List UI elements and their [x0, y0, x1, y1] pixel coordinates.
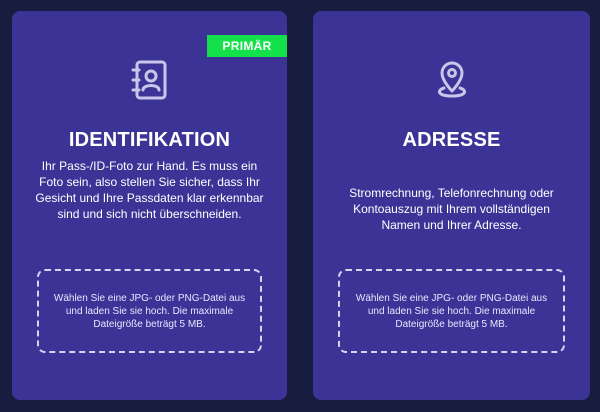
card-description: Ihr Pass-/ID-Foto zur Hand. Es muss ein … — [35, 159, 264, 221]
primary-badge: PRIMÄR — [207, 35, 287, 57]
upload-instructions: Wählen Sie eine JPG- oder PNG-Datei aus … — [53, 292, 246, 330]
card-title: IDENTIFIKATION — [68, 129, 231, 151]
upload-instructions: Wählen Sie eine JPG- oder PNG-Datei aus … — [355, 292, 548, 330]
upload-dropzone[interactable]: Wählen Sie eine JPG- oder PNG-Datei aus … — [338, 269, 565, 353]
location-pin-icon — [437, 61, 466, 98]
upload-dropzone[interactable]: Wählen Sie eine JPG- oder PNG-Datei aus … — [37, 269, 262, 353]
contact-book-icon — [131, 60, 166, 100]
card-description: Stromrechnung, Telefonrechnung oder Kont… — [349, 186, 554, 232]
address-card: ADRESSE Stromrechnung, Telefonrechnung o… — [313, 11, 590, 400]
card-title: ADRESSE — [402, 129, 501, 151]
identification-card: PRIMÄR IDENTIFIKATION Ihr Pass-/ID-Foto … — [12, 11, 287, 400]
